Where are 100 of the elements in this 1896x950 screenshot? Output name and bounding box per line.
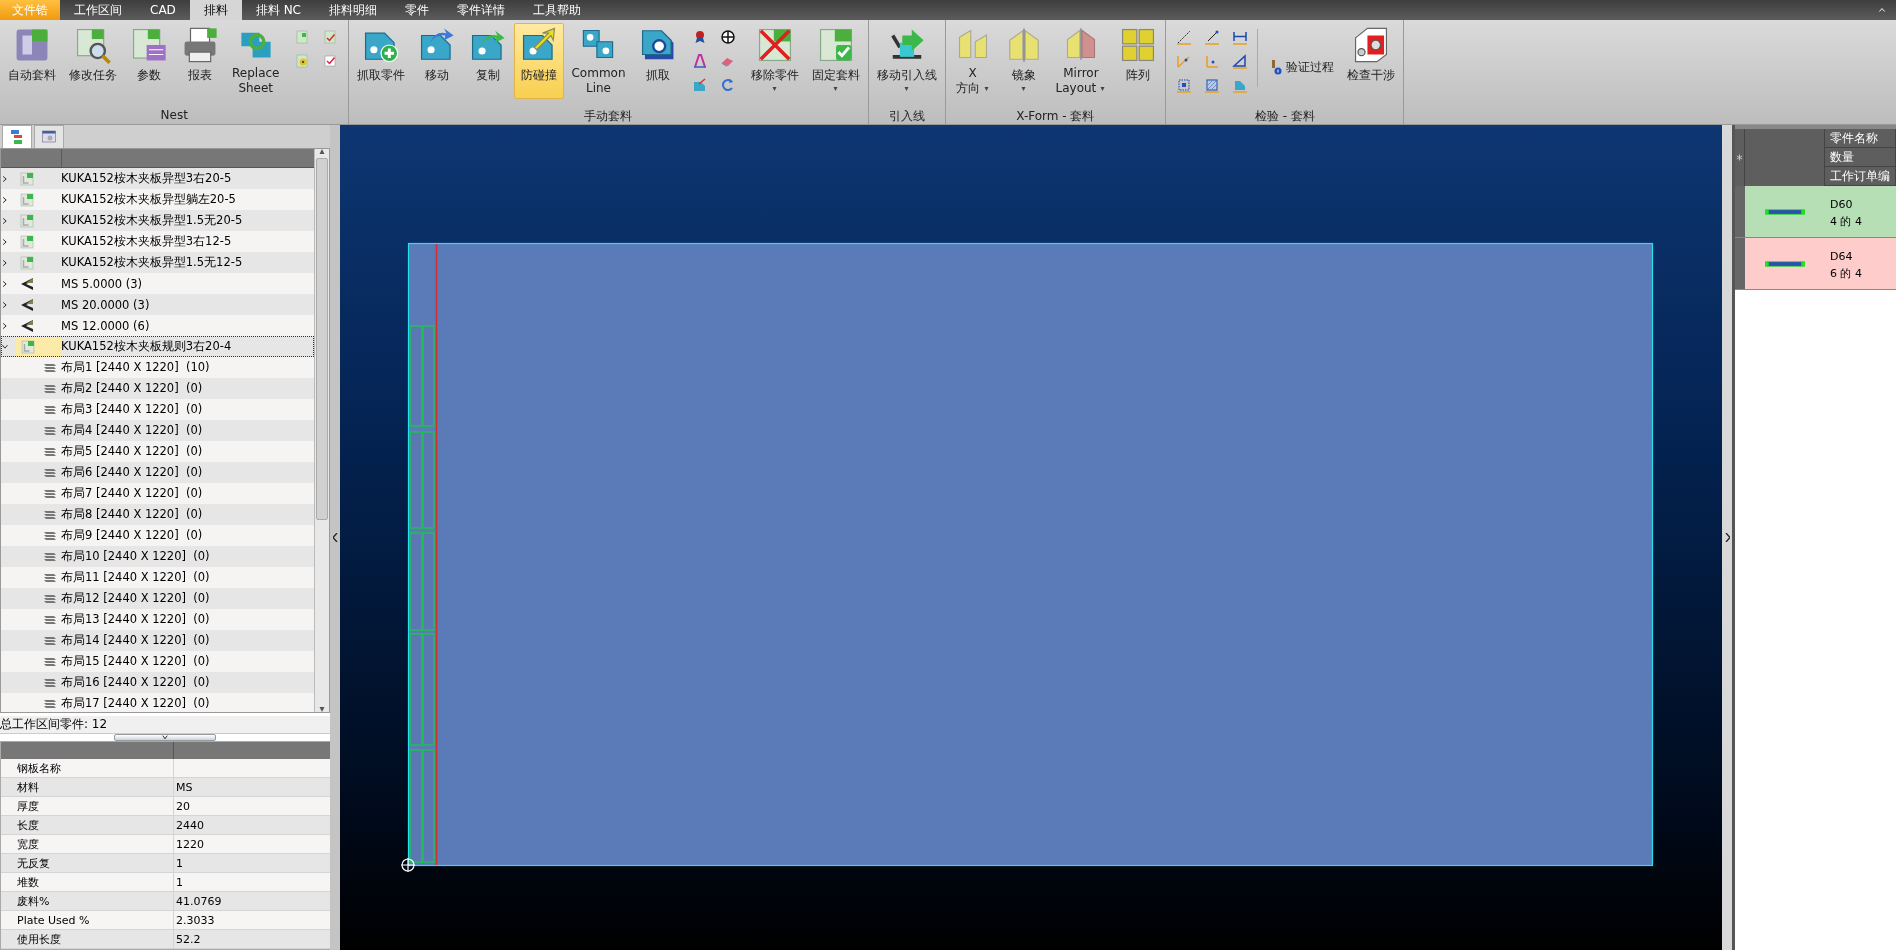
tree-item[interactable]: 布局8 [2440 X 1220] (0) [1, 504, 314, 525]
part-quantity: 6 的 4 [1830, 266, 1863, 281]
menu-tab[interactable]: 排料 [189, 0, 242, 20]
tree-item[interactable]: 布局12 [2440 X 1220] (0) [1, 588, 314, 609]
expand-icon[interactable] [1724, 533, 1730, 542]
tree-item[interactable]: KUKA152桉木夹板规则3右20-4 [1, 336, 314, 357]
ribbon-button[interactable]: Common Line [565, 23, 632, 99]
tree-item[interactable]: 布局3 [2440 X 1220] (0) [1, 399, 314, 420]
menu-tab[interactable]: CAD [136, 0, 190, 20]
tree-item[interactable]: MS 12.0000 (6) [1, 315, 314, 336]
ribbon-button[interactable]: 阵列 [1113, 23, 1164, 99]
property-label: 厚度 [16, 798, 40, 815]
ribbon-button[interactable]: 复制 [463, 23, 514, 99]
scrollbar-thumb[interactable] [316, 158, 328, 520]
property-value: 1220 [176, 837, 204, 851]
tree-item[interactable]: KUKA152桉木夹板异型躺左20-5 [1, 189, 314, 210]
menu-tab[interactable]: 零件 [391, 0, 443, 20]
ribbon-button[interactable]: X 方向 [947, 23, 998, 99]
nested-part[interactable] [409, 749, 423, 863]
nested-part[interactable] [409, 532, 423, 631]
tree-item[interactable]: MS 5.0000 (3) [1, 273, 314, 294]
nested-part[interactable] [422, 633, 435, 746]
ribbon-button[interactable]: 验证过程 [1257, 29, 1341, 87]
panel-tab[interactable] [34, 125, 64, 148]
hatched-square-icon[interactable] [1204, 77, 1221, 93]
rotate-icon[interactable] [719, 77, 736, 93]
tree-item[interactable]: MS 20.0000 (3) [1, 294, 314, 315]
ribbon-button[interactable]: 抓取 [632, 23, 683, 99]
property-label: 钢板名称 [16, 760, 62, 777]
ribbon-button[interactable]: 防碰撞 [514, 23, 565, 99]
axis-icon[interactable] [1204, 53, 1221, 69]
ribbon-button[interactable]: 检查干涉 [1341, 23, 1402, 99]
ribbon-button[interactable]: 参数 [124, 23, 174, 99]
tree-item[interactable]: 布局7 [2440 X 1220] (0) [1, 483, 314, 504]
ribbon-button[interactable]: 报表 [175, 23, 225, 99]
text-style-icon[interactable] [691, 53, 708, 69]
part-arrow-icon[interactable] [691, 77, 708, 93]
ribbon-button[interactable]: 移除零件 [744, 23, 805, 99]
splitter-handle[interactable] [114, 734, 216, 741]
parts-count-text: 总工作区间零件: 12 [0, 716, 330, 734]
group-title: Nest [159, 108, 189, 124]
part-sheet-icon [19, 338, 36, 355]
group-title: 检验 - 套料 [1253, 108, 1316, 124]
tree-item[interactable]: 布局15 [2440 X 1220] (0) [1, 651, 314, 672]
menu-tab[interactable]: 工具帮助 [519, 0, 595, 20]
nested-part[interactable] [422, 749, 435, 863]
part-row[interactable]: D64 6 的 4 [1745, 238, 1896, 289]
ribbon-button[interactable]: 镜象 [998, 23, 1049, 99]
tree-item[interactable]: 布局14 [2440 X 1220] (0) [1, 630, 314, 651]
menu-tab[interactable]: 排料 NC [241, 0, 315, 20]
ribbon-button[interactable]: Replace Sheet [226, 23, 286, 99]
menu-tab[interactable]: 零件详情 [443, 0, 519, 20]
tree-item[interactable]: 布局16 [2440 X 1220] (0) [1, 672, 314, 693]
tree-item[interactable]: KUKA152桉木夹板异型3右20-5 [1, 168, 314, 189]
menu-tab[interactable]: 工作区间 [60, 0, 136, 20]
scrollbar[interactable] [314, 149, 329, 712]
group-title: 手动套料 [583, 108, 634, 124]
panel-tab[interactable] [2, 125, 32, 148]
tree-item[interactable]: 布局11 [2440 X 1220] (0) [1, 567, 314, 588]
sheet-icon[interactable] [294, 29, 311, 45]
dotted-square-icon[interactable] [1176, 77, 1193, 93]
tree-item[interactable]: KUKA152桉木夹板异型1.5无20-5 [1, 210, 314, 231]
menu-tab[interactable]: 排料明细 [315, 0, 391, 20]
collapse-icon[interactable] [332, 533, 338, 542]
nested-part[interactable] [409, 633, 423, 746]
nested-part[interactable] [422, 325, 435, 427]
tree-item[interactable]: 布局13 [2440 X 1220] (0) [1, 609, 314, 630]
tree-item[interactable]: 布局2 [2440 X 1220] (0) [1, 378, 314, 399]
nested-part[interactable] [409, 431, 423, 529]
ribbon-button[interactable]: 抓取零件 [351, 23, 412, 99]
checkbox-icon[interactable] [322, 53, 339, 69]
target-icon[interactable] [719, 29, 736, 45]
tree-item[interactable]: 布局6 [2440 X 1220] (0) [1, 462, 314, 483]
part-sheet-icon [19, 170, 35, 187]
ribbon-button[interactable]: 固定套料 [805, 23, 866, 99]
ribbon-button[interactable]: Mirror Layout [1049, 23, 1113, 99]
tree-item[interactable]: KUKA152桉木夹板异型1.5无12-5 [1, 252, 314, 273]
part-name: D64 [1830, 250, 1854, 263]
nested-part[interactable] [422, 532, 435, 631]
ribbon-button[interactable]: 移动引入线 [870, 23, 943, 99]
measure-icon[interactable] [1204, 29, 1221, 45]
minimize-ribbon-icon[interactable] [1878, 7, 1886, 13]
tree-item[interactable]: KUKA152桉木夹板异型3右12-5 [1, 231, 314, 252]
scroll-down-icon[interactable] [318, 707, 326, 712]
sheet-check-icon[interactable] [322, 29, 339, 45]
width-measure-icon[interactable] [1232, 29, 1249, 45]
triangle-measure-icon[interactable] [1232, 53, 1249, 69]
ribbon-button[interactable]: 自动套料 [2, 23, 62, 99]
part-row[interactable]: D60 4 的 4 [1745, 186, 1896, 237]
tree-item[interactable]: 布局5 [2440 X 1220] (0) [1, 441, 314, 462]
tree-item[interactable]: 布局9 [2440 X 1220] (0) [1, 525, 314, 546]
column-header: 数量 [1825, 148, 1895, 167]
ribbon-button[interactable]: 移动 [412, 23, 463, 99]
tree-item[interactable]: 布局10 [2440 X 1220] (0) [1, 546, 314, 567]
tree-item[interactable]: 布局17 [2440 X 1220] (0) [1, 693, 314, 712]
nested-part[interactable] [422, 431, 435, 529]
tree-item[interactable]: 布局1 [2440 X 1220] (10) [1, 357, 314, 378]
ribbon-button[interactable]: 修改任务 [63, 23, 123, 99]
tree-item[interactable]: 布局4 [2440 X 1220] (0) [1, 420, 314, 441]
nested-part[interactable] [409, 325, 423, 427]
